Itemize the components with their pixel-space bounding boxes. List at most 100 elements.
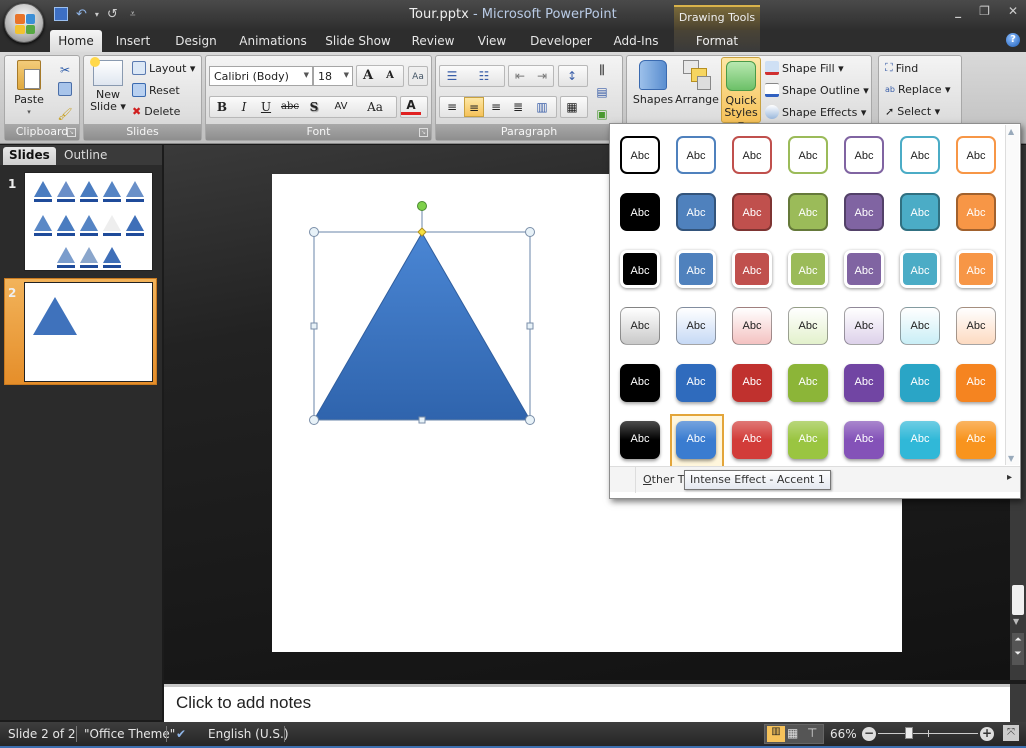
quick-style-swatch[interactable]: Abc — [900, 307, 940, 345]
spelling-check-icon[interactable]: ✔ — [176, 727, 186, 741]
tab-design[interactable]: Design — [168, 30, 224, 52]
tab-insert[interactable]: Insert — [110, 30, 156, 52]
help-icon[interactable]: ? — [1006, 33, 1020, 47]
quick-style-swatch[interactable]: Abc — [620, 307, 660, 345]
tab-slides[interactable]: Slides — [3, 147, 56, 165]
scroll-down-icon[interactable]: ▼ — [1013, 617, 1019, 626]
previous-slide-icon[interactable]: ⏶ — [1012, 633, 1024, 647]
tab-outline[interactable]: Outline — [58, 147, 113, 165]
zoom-level[interactable]: 66% — [830, 727, 857, 741]
quick-style-swatch[interactable]: Abc — [956, 250, 996, 288]
distributed-button[interactable]: ▥ — [532, 97, 552, 117]
bullets-button[interactable]: ☰ — [442, 66, 462, 86]
quick-style-swatch[interactable]: Abc — [788, 421, 828, 459]
quick-style-swatch[interactable]: Abc — [956, 307, 996, 345]
bold-button[interactable]: B — [212, 97, 232, 117]
tab-view[interactable]: View — [472, 30, 512, 52]
resize-handle-right[interactable] — [526, 322, 534, 330]
tab-slide-show[interactable]: Slide Show — [322, 30, 394, 52]
slide-sorter-icon[interactable]: ▦ — [787, 726, 798, 740]
quick-style-swatch[interactable]: Abc — [844, 307, 884, 345]
justify-button[interactable]: ≣ — [508, 97, 528, 117]
quick-style-swatch[interactable]: Abc — [620, 364, 660, 402]
resize-handle-bottom[interactable] — [418, 416, 426, 424]
quick-style-swatch[interactable]: Abc — [620, 193, 660, 231]
quick-style-swatch[interactable]: Abc — [844, 250, 884, 288]
tab-format[interactable]: Format — [674, 30, 760, 52]
minimize-button[interactable]: _ — [955, 4, 961, 18]
rotation-handle[interactable] — [417, 201, 427, 211]
character-spacing-button[interactable]: AV — [328, 97, 354, 117]
quick-style-swatch[interactable]: Abc — [676, 307, 716, 345]
quick-style-swatch[interactable]: Abc — [844, 136, 884, 174]
quick-style-swatch[interactable]: Abc — [788, 193, 828, 231]
next-slide-icon[interactable]: ⏷ — [1012, 647, 1024, 661]
slide-thumbnail-1[interactable] — [24, 172, 153, 271]
tab-add-ins[interactable]: Add-Ins — [608, 30, 664, 52]
quick-style-swatch[interactable]: Abc — [788, 250, 828, 288]
office-button[interactable] — [4, 3, 44, 43]
slide-show-icon[interactable]: ⊤ — [807, 726, 817, 740]
line-spacing-button[interactable]: ↕ — [562, 66, 582, 86]
adjustment-handle[interactable] — [417, 227, 427, 237]
tab-home[interactable]: Home — [50, 30, 102, 52]
normal-view-icon[interactable]: ▥ — [767, 726, 785, 742]
align-text-button[interactable]: ▤ — [592, 82, 612, 102]
quick-style-swatch[interactable]: Abc — [900, 250, 940, 288]
quick-style-swatch[interactable]: Abc — [844, 364, 884, 402]
quick-style-swatch[interactable]: Abc — [788, 307, 828, 345]
underline-button[interactable]: U — [256, 97, 276, 117]
quick-style-swatch[interactable]: Abc — [956, 136, 996, 174]
quick-styles-button[interactable]: Quick Styles ▾ — [721, 57, 761, 131]
tab-review[interactable]: Review — [406, 30, 460, 52]
strikethrough-button[interactable]: abc — [280, 97, 300, 117]
restore-button[interactable]: ❐ — [979, 4, 990, 18]
quick-style-swatch[interactable]: Abc — [956, 421, 996, 459]
shape-outline-button[interactable]: Shape Outline ▾ — [765, 83, 869, 97]
new-slide-button[interactable]: New Slide ▾ — [88, 57, 128, 113]
quick-style-swatch[interactable]: Abc — [732, 307, 772, 345]
italic-button[interactable]: I — [234, 97, 254, 117]
zoom-in-icon[interactable]: + — [980, 727, 994, 741]
quick-style-swatch[interactable]: Abc — [676, 421, 716, 459]
quick-style-swatch[interactable]: Abc — [844, 421, 884, 459]
fit-to-window-icon[interactable]: ⤧ — [1003, 725, 1019, 741]
shadow-button[interactable]: S — [304, 97, 324, 117]
align-left-button[interactable]: ≡ — [442, 97, 462, 117]
quick-style-swatch[interactable]: Abc — [620, 421, 660, 459]
scroll-down-icon[interactable]: ▼ — [1008, 454, 1014, 463]
copy-icon[interactable] — [55, 82, 75, 102]
cut-icon[interactable]: ✂ — [55, 60, 75, 80]
quick-style-swatch[interactable]: Abc — [956, 193, 996, 231]
font-color-button[interactable]: A — [401, 97, 421, 115]
shape-effects-button[interactable]: Shape Effects ▾ — [765, 105, 866, 119]
paste-button[interactable]: Paste ▾ — [11, 60, 47, 118]
replace-button[interactable]: ab Replace ▾ — [885, 83, 951, 96]
arrange-button[interactable]: Arrange — [675, 60, 719, 106]
quick-style-swatch[interactable]: Abc — [676, 193, 716, 231]
close-button[interactable]: ✕ — [1008, 4, 1018, 18]
resize-handle-bottom-left[interactable] — [309, 415, 319, 425]
select-button[interactable]: ➚ Select ▾ — [885, 105, 940, 118]
smartart-button[interactable]: ▣ — [592, 104, 612, 124]
quick-style-swatch[interactable]: Abc — [732, 193, 772, 231]
quick-style-swatch[interactable]: Abc — [676, 136, 716, 174]
language-status[interactable]: English (U.S.) — [208, 727, 289, 741]
quick-style-swatch[interactable]: Abc — [844, 193, 884, 231]
format-painter-icon[interactable]: 🖌 — [55, 104, 75, 124]
shrink-font-button[interactable]: A — [380, 66, 400, 86]
shape-fill-button[interactable]: Shape Fill ▾ — [765, 61, 844, 75]
slide-thumbnail-2[interactable] — [24, 282, 153, 382]
quick-style-swatch[interactable]: Abc — [900, 193, 940, 231]
scroll-up-icon[interactable]: ▲ — [1008, 127, 1014, 136]
triangle-shape[interactable] — [313, 232, 531, 421]
quick-style-swatch[interactable]: Abc — [900, 136, 940, 174]
font-size-combo[interactable]: 18 ▼ — [313, 66, 353, 86]
font-launcher-icon[interactable]: ↘ — [419, 128, 428, 137]
numbering-button[interactable]: ☷ — [474, 66, 494, 86]
find-button[interactable]: ⛶ Find — [885, 61, 918, 75]
scroll-thumb[interactable] — [1012, 585, 1024, 615]
resize-handle-left[interactable] — [310, 322, 318, 330]
grow-font-button[interactable]: A — [358, 66, 378, 86]
quick-style-swatch[interactable]: Abc — [788, 364, 828, 402]
